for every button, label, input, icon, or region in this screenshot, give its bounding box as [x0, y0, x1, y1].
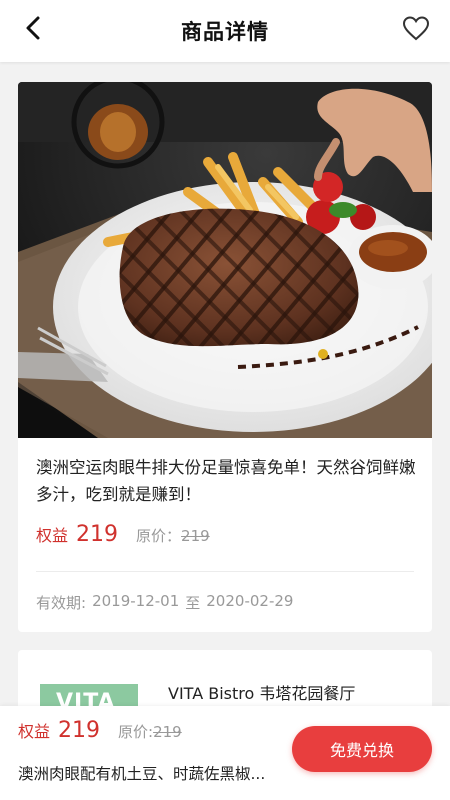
top-nav-bar: 商品详情	[0, 0, 450, 62]
benefit-price: 219	[76, 522, 119, 547]
validity-label: 有效期:	[36, 594, 87, 612]
original-price: 219	[181, 527, 210, 545]
validity-separator: 至	[185, 594, 201, 612]
original-price-label: 原价：	[136, 527, 182, 545]
benefit-label: 权益	[36, 526, 69, 545]
bottom-price-row: 权益 219 原价: 219	[18, 718, 182, 748]
bottom-benefit-label: 权益	[18, 722, 51, 741]
price-row: 权益 219 原价： 219	[36, 522, 210, 552]
bottom-action-bar: 权益 219 原价: 219 澳洲肉眼配有机土豆、时蔬佐黑椒... 免费兑换	[0, 706, 450, 800]
page-title: 商品详情	[181, 20, 269, 44]
bottom-original-price: 219	[153, 723, 182, 741]
product-image	[18, 82, 432, 438]
bottom-original-price-label: 原价:	[118, 723, 154, 741]
favorite-button[interactable]	[400, 14, 432, 46]
restaurant-name: VITA Bistro 韦塔花园餐厅	[168, 684, 356, 703]
bottom-benefit-price: 219	[58, 718, 101, 743]
heart-outline-icon	[402, 15, 430, 45]
redeem-button[interactable]: 免费兑换	[292, 726, 432, 772]
divider	[36, 571, 414, 572]
product-description: 澳洲空运肉眼牛排大份足量惊喜免单！天然谷饲鲜嫩多汁，吃到就是赚到！	[36, 458, 416, 504]
product-summary: 澳洲肉眼配有机土豆、时蔬佐黑椒...	[18, 765, 266, 783]
product-card: 澳洲空运肉眼牛排大份足量惊喜免单！天然谷饲鲜嫩多汁，吃到就是赚到！ 权益 219…	[18, 82, 432, 632]
validity-period: 有效期: 2019-12-01 至 2020-02-29	[36, 592, 293, 613]
validity-start: 2019-12-01	[92, 592, 180, 610]
validity-end: 2020-02-29	[206, 592, 294, 610]
